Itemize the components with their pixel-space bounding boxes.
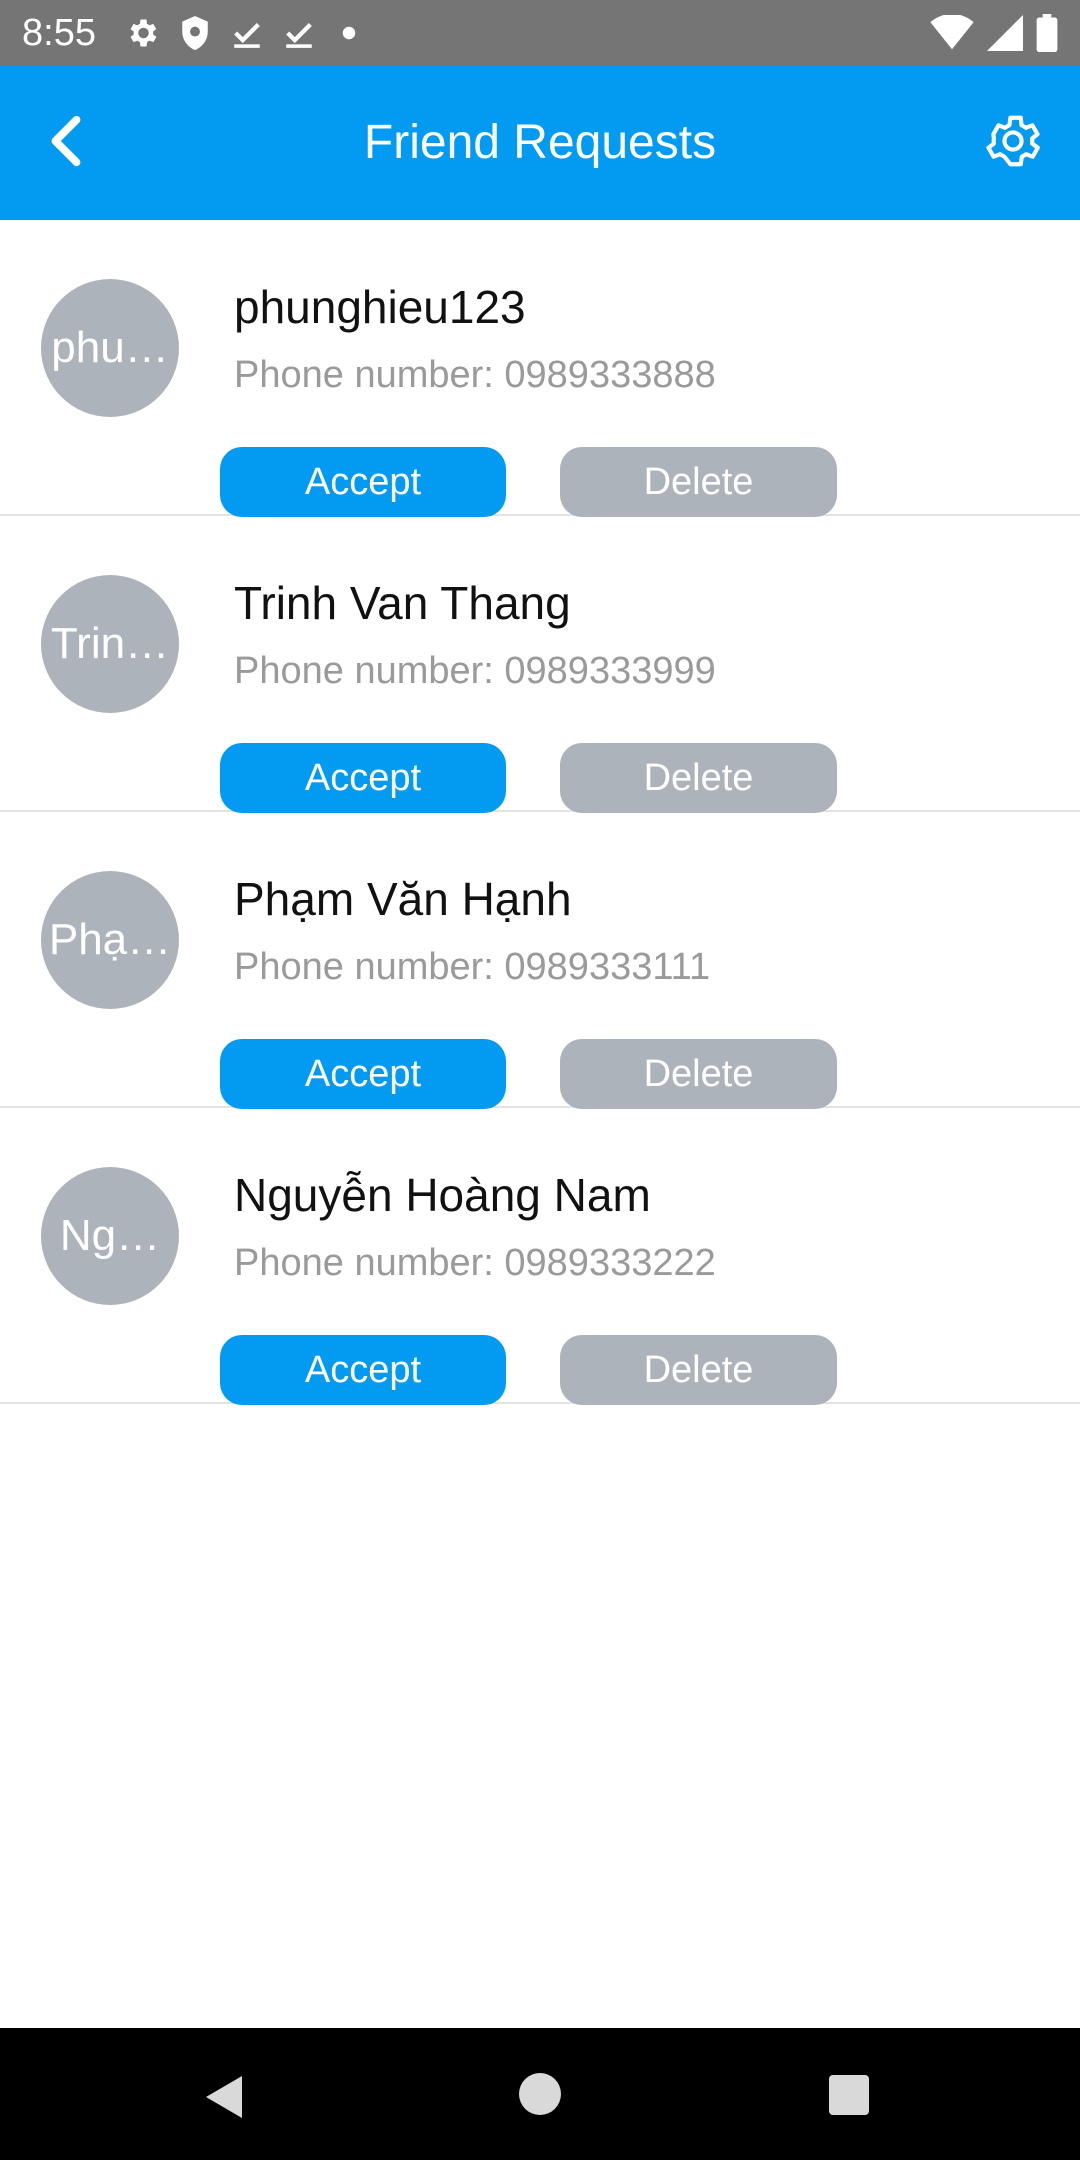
gear-icon	[982, 110, 1044, 177]
system-nav-bar	[0, 2028, 1080, 2160]
wifi-icon	[930, 15, 974, 51]
user-phone: Phone number: 0989333888	[234, 354, 716, 397]
avatar[interactable]: Phạ…	[41, 871, 179, 1009]
download-done-icon	[282, 16, 316, 50]
status-time: 8:55	[22, 12, 96, 54]
phone-number: 0989333888	[504, 354, 716, 396]
friend-request-list: phu… phunghieu123 Phone number: 09893338…	[0, 220, 1080, 1405]
delete-button[interactable]: Delete	[560, 447, 837, 517]
friend-request-item: Trin… Trinh Van Thang Phone number: 0989…	[0, 516, 1080, 813]
back-triangle-icon[interactable]	[200, 2072, 246, 2127]
phone-label: Phone number:	[234, 650, 505, 692]
user-name: Nguyễn Hoàng Nam	[234, 1169, 651, 1221]
phone-number: 0989333999	[504, 650, 716, 692]
status-bar: 8:55	[0, 0, 1080, 66]
back-button[interactable]	[28, 106, 102, 180]
user-phone: Phone number: 0989333111	[234, 946, 710, 989]
cell-signal-icon	[986, 15, 1024, 51]
status-icons-left	[124, 12, 364, 54]
recents-square-icon[interactable]	[828, 2074, 870, 2121]
phone-label: Phone number:	[234, 1242, 505, 1284]
chevron-left-icon	[43, 114, 87, 173]
user-name: phunghieu123	[234, 281, 526, 333]
phone-number: 0989333222	[504, 1242, 716, 1284]
app-header: Friend Requests	[0, 66, 1080, 220]
shield-icon	[178, 14, 212, 52]
delete-button[interactable]: Delete	[560, 1335, 837, 1405]
home-circle-icon[interactable]	[518, 2072, 562, 2121]
phone-label: Phone number:	[234, 946, 505, 988]
delete-button[interactable]: Delete	[560, 1039, 837, 1109]
friend-request-item: Phạ… Phạm Văn Hạnh Phone number: 0989333…	[0, 812, 1080, 1109]
phone-label: Phone number:	[234, 354, 505, 396]
status-icons-right	[930, 12, 1058, 54]
user-name: Trinh Van Thang	[234, 577, 571, 629]
user-phone: Phone number: 0989333999	[234, 650, 716, 693]
accept-button[interactable]: Accept	[220, 1039, 506, 1109]
gear-icon	[124, 15, 160, 51]
battery-icon	[1036, 14, 1058, 52]
accept-button[interactable]: Accept	[220, 743, 506, 813]
friend-request-item: Ng… Nguyễn Hoàng Nam Phone number: 09893…	[0, 1108, 1080, 1405]
user-phone: Phone number: 0989333222	[234, 1242, 716, 1285]
page-title: Friend Requests	[363, 116, 717, 169]
settings-button[interactable]	[974, 104, 1052, 182]
avatar[interactable]: Trin…	[41, 575, 179, 713]
avatar[interactable]: phu…	[41, 279, 179, 417]
accept-button[interactable]: Accept	[220, 1335, 506, 1405]
delete-button[interactable]: Delete	[560, 743, 837, 813]
accept-button[interactable]: Accept	[220, 447, 506, 517]
avatar[interactable]: Ng…	[41, 1167, 179, 1305]
friend-request-item: phu… phunghieu123 Phone number: 09893338…	[0, 220, 1080, 517]
phone-number: 0989333111	[504, 946, 711, 988]
download-done-icon	[230, 16, 264, 50]
user-name: Phạm Văn Hạnh	[234, 873, 572, 925]
dot-icon	[334, 18, 364, 48]
